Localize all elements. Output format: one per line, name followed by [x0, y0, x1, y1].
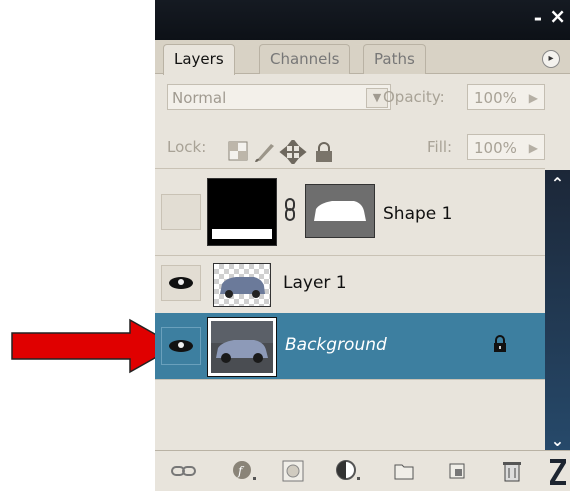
close-button[interactable]: × — [549, 4, 566, 28]
adjustment-layer-icon[interactable] — [335, 459, 363, 483]
panel-menu-icon[interactable]: ▸ — [542, 50, 560, 68]
visibility-toggle[interactable] — [161, 327, 201, 365]
new-group-icon[interactable] — [393, 461, 415, 481]
shape-fill-thumbnail — [207, 178, 277, 246]
scroll-up-icon[interactable]: ⌃ — [545, 174, 570, 193]
layer-1-thumbnail — [213, 263, 271, 307]
layer-lock-icon — [494, 335, 506, 352]
layers-panel: - × Layers Channels Paths ▸ Normal ▼ Opa… — [155, 0, 570, 491]
eye-icon — [169, 277, 193, 289]
layer-row-background[interactable]: Background — [155, 313, 545, 380]
blend-mode-value: Normal — [172, 89, 227, 107]
lock-transparent-icon[interactable] — [228, 141, 248, 161]
fill-value: 100% — [474, 139, 517, 157]
visibility-toggle-empty[interactable] — [161, 194, 201, 230]
resize-grip-icon[interactable] — [547, 455, 569, 487]
layer-name-background: Background — [285, 335, 387, 355]
opacity-value: 100% — [474, 89, 517, 107]
layers-scrollbar[interactable]: ⌃ ⌄ — [545, 170, 570, 450]
new-layer-icon[interactable] — [447, 461, 467, 481]
opacity-field[interactable]: 100% ▶ — [467, 84, 545, 110]
layer-name-shape-1: Shape 1 — [383, 204, 453, 224]
fill-field[interactable]: 100% ▶ — [467, 134, 545, 160]
lock-label: Lock: — [167, 138, 207, 156]
layers-toolbar: f — [155, 450, 570, 491]
delete-layer-icon[interactable] — [501, 459, 523, 483]
eye-icon — [169, 340, 193, 352]
layer-style-icon[interactable]: f — [231, 459, 259, 483]
layers-list: Shape 1 Layer 1 Background — [155, 170, 545, 450]
layer-mask-icon[interactable] — [281, 459, 305, 483]
layer-row-layer-1[interactable]: Layer 1 — [155, 255, 545, 314]
tab-layers[interactable]: Layers — [163, 44, 235, 75]
layer-name-layer-1: Layer 1 — [283, 273, 347, 293]
fill-label: Fill: — [427, 138, 453, 156]
panel-titlebar: - × — [155, 0, 570, 40]
minimize-button[interactable]: - — [534, 6, 542, 30]
tab-paths[interactable]: Paths — [363, 44, 426, 74]
visibility-toggle[interactable] — [161, 265, 201, 301]
tab-channels[interactable]: Channels — [259, 44, 351, 74]
lock-all-icon[interactable] — [316, 142, 332, 162]
lock-icons — [228, 140, 332, 164]
vector-mask-thumbnail — [305, 184, 375, 238]
link-layers-icon[interactable] — [171, 461, 197, 481]
scroll-down-icon[interactable]: ⌄ — [545, 431, 570, 450]
lock-brush-icon[interactable] — [255, 144, 274, 162]
lock-move-icon[interactable] — [279, 140, 307, 164]
opacity-label: Opacity: — [383, 88, 445, 106]
layer-row-shape-1[interactable]: Shape 1 — [155, 170, 545, 256]
panel-tabs: Layers Channels Paths ▸ — [155, 40, 570, 75]
blend-mode-select[interactable]: Normal ▼ — [167, 84, 391, 110]
fill-arrow-icon[interactable]: ▶ — [529, 135, 538, 161]
divider — [155, 168, 545, 169]
opacity-arrow-icon[interactable]: ▶ — [529, 85, 538, 111]
background-thumbnail — [207, 317, 277, 377]
chain-link-icon[interactable] — [283, 198, 297, 222]
